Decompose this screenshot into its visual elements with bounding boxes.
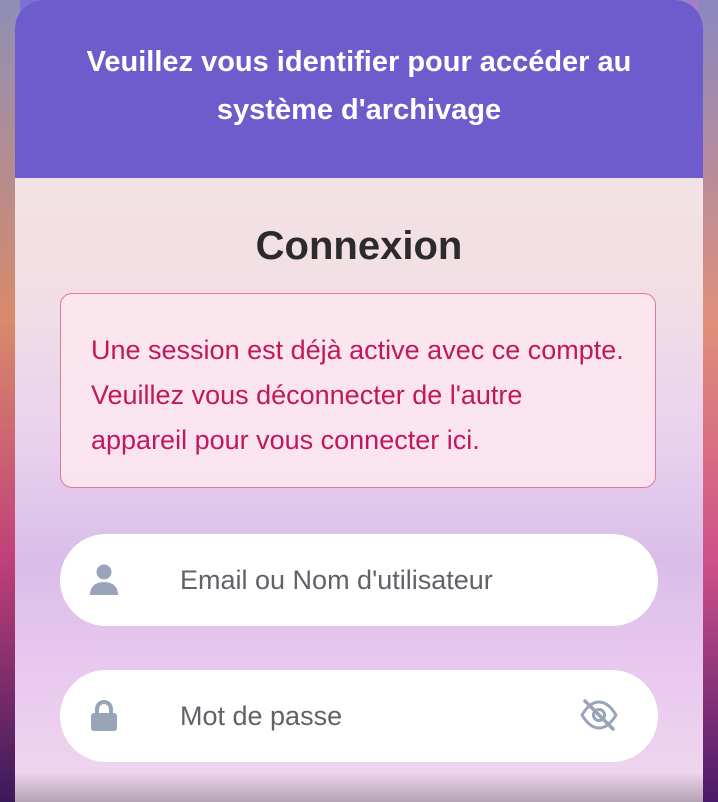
user-icon: [90, 564, 118, 596]
username-field[interactable]: Email ou Nom d'utilisateur: [60, 534, 658, 626]
username-placeholder: Email ou Nom d'utilisateur: [180, 564, 493, 595]
alert-message: Une session est déjà active avec ce comp…: [91, 335, 624, 455]
login-card: Veuillez vous identifier pour accéder au…: [15, 0, 703, 802]
header-message: Veuillez vous identifier pour accéder au…: [86, 46, 632, 126]
bottom-edge: [15, 772, 703, 802]
password-placeholder: Mot de passe: [180, 700, 343, 731]
eye-off-icon[interactable]: [580, 698, 618, 732]
password-field[interactable]: Mot de passe: [60, 670, 658, 762]
lock-icon: [90, 700, 118, 732]
session-alert: Une session est déjà active avec ce comp…: [60, 293, 656, 488]
page-title: Connexion: [255, 224, 463, 268]
card-header: Veuillez vous identifier pour accéder au…: [15, 0, 703, 178]
